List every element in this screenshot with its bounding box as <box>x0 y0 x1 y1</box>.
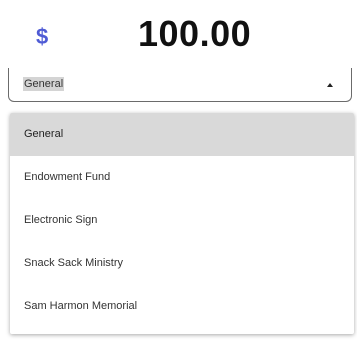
amount-row[interactable]: $ 100.00 <box>10 8 350 60</box>
dropdown-option-electronic-sign[interactable]: Electronic Sign <box>10 199 354 242</box>
amount-value[interactable]: 100.00 <box>138 13 251 55</box>
dropdown-option-sam-harmon-memorial[interactable]: Sam Harmon Memorial <box>10 285 354 328</box>
fund-select[interactable]: General <box>8 68 352 102</box>
fund-dropdown-list: General Endowment Fund Electronic Sign S… <box>10 113 354 334</box>
caret-up-icon <box>327 83 333 87</box>
fund-select-value: General <box>23 77 65 91</box>
dropdown-option-snack-sack-ministry[interactable]: Snack Sack Ministry <box>10 242 354 285</box>
donation-form: $ 100.00 General General Endowment Fund … <box>0 0 357 344</box>
currency-symbol: $ <box>36 24 49 49</box>
dropdown-option-general[interactable]: General <box>10 113 354 156</box>
dropdown-option-endowment-fund[interactable]: Endowment Fund <box>10 156 354 199</box>
